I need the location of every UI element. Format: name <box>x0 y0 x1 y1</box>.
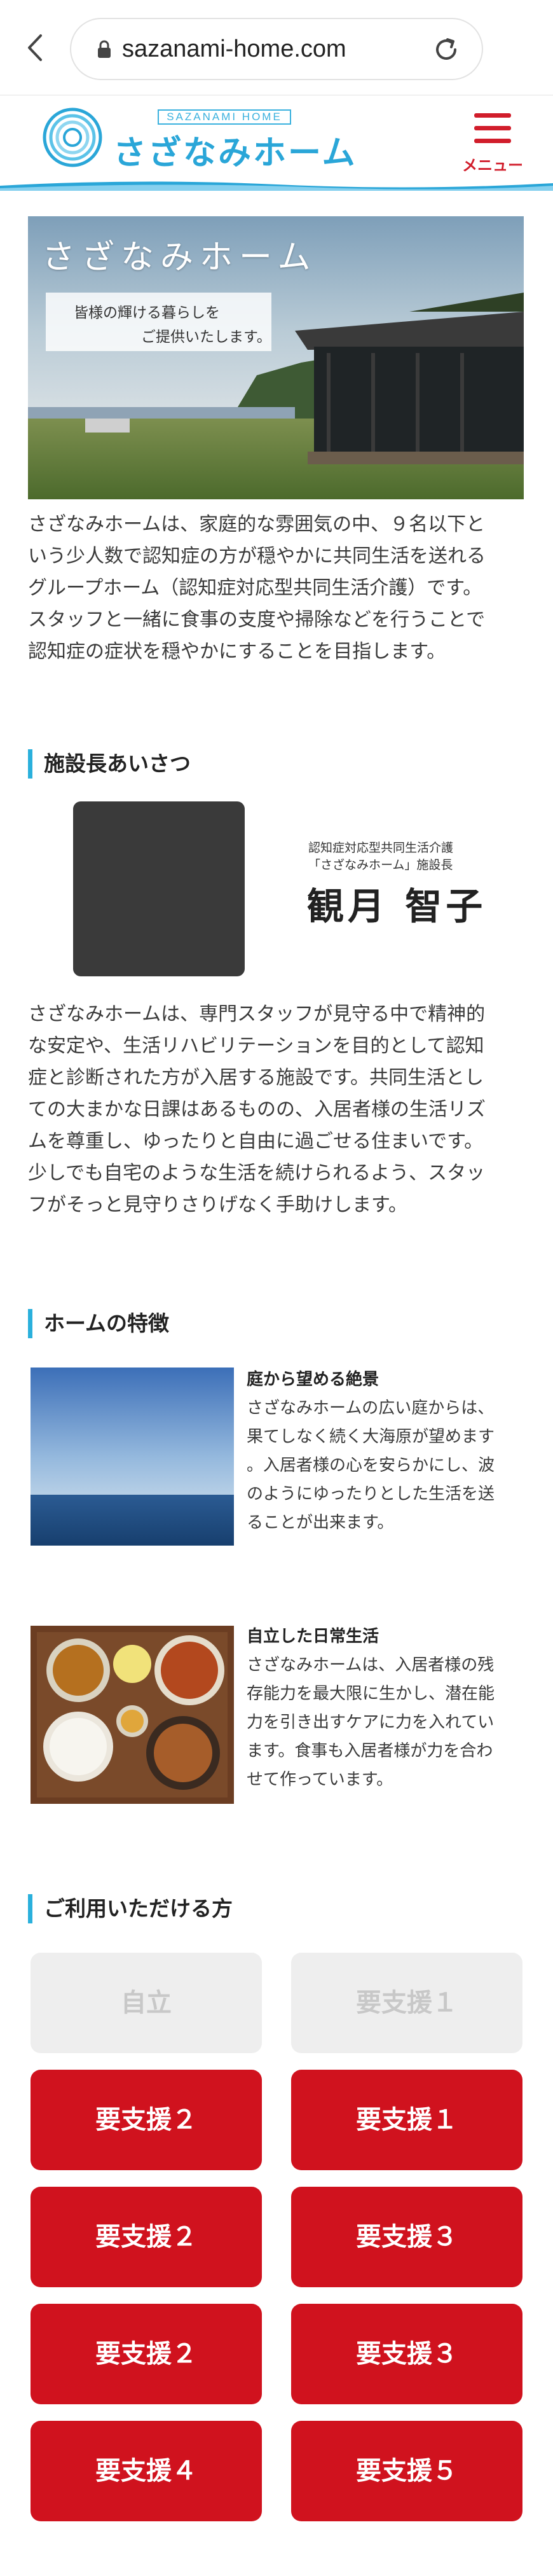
care-level-button[interactable]: 要支援２ <box>31 2187 262 2287</box>
feature-line: 。入居者様の心を安らかにし、波 <box>247 1456 495 1475</box>
intro-line: さざなみホームは、家庭的な雰囲気の中、９名以下と <box>28 513 486 536</box>
care-level-button[interactable]: 要支援１ <box>291 2070 522 2170</box>
eligibility-heading: ご利用いただける方 <box>28 1894 524 1923</box>
logo-english: SAZANAMI HOME <box>158 109 291 125</box>
lock-icon <box>97 40 112 62</box>
hero-tagline-line: 皆様の輝ける暮らしを <box>74 305 220 321</box>
reload-icon[interactable] <box>432 36 460 66</box>
feature-line: ます。食事も入居者様が力を合わ <box>247 1742 493 1761</box>
greeting-line: 症と診断された方が入居する施設です。共同生活とし <box>28 1067 484 1089</box>
intro-line: スタッフと一緒に食事の支度や掃除などを行うことで <box>28 609 486 631</box>
back-icon[interactable] <box>19 25 51 70</box>
hamburger-icon-bar <box>474 139 511 143</box>
hero-tagline-box: 皆様の輝ける暮らしを ご提供いたします。 <box>46 293 271 351</box>
greeting-line: ムを尊重し、ゆったりと自由に過ごせる住まいです。 <box>28 1130 484 1153</box>
feature-title: 庭から望める絶景 <box>247 1370 379 1389</box>
feature-line: 力を引き出すケアに力を入れてい <box>247 1713 495 1732</box>
director-photo-placeholder <box>73 801 245 976</box>
feature-line: せて作っています。 <box>247 1770 393 1789</box>
url-field[interactable]: sazanami-home.com <box>70 18 483 80</box>
greeting-paragraph: さざなみホームは、専門スタッフが見守る中で精神的 な安定や、生活リハビリテーショ… <box>28 999 530 1221</box>
feature-image-meal <box>31 1626 234 1804</box>
director-name: 観月 智子 <box>307 885 487 928</box>
url-text: sazanami-home.com <box>122 36 346 62</box>
hero-tagline-line: ご提供いたします。 <box>141 329 271 345</box>
care-level-button[interactable]: 要支援４ <box>31 2421 262 2521</box>
care-level-button[interactable]: 要支援３ <box>291 2187 522 2287</box>
greeting-line: フがそっと見守りさりげなく手助けします。 <box>28 1194 407 1216</box>
intro-line: いう少人数で認知症の方が穏やかに共同生活を送れる <box>28 545 486 567</box>
hero-banner: さざなみホーム 皆様の輝ける暮らしを ご提供いたします。 <box>28 216 524 499</box>
site-header: SAZANAMI HOME さざなみホーム メニュー <box>0 95 553 191</box>
greeting-line: さざなみホームは、専門スタッフが見守る中で精神的 <box>28 1003 486 1025</box>
hamburger-icon-bar <box>474 126 511 130</box>
care-level-button[interactable]: 要支援３ <box>291 2304 522 2404</box>
greeting-line: ての大まかな日課はあるものの、入居者様の生活リズ <box>28 1098 486 1121</box>
care-level-button[interactable]: 要支援１ <box>291 1953 522 2053</box>
care-level-button[interactable]: 要支援２ <box>31 2304 262 2404</box>
director-role: 認知症対応型共同生活介護 <box>308 841 454 855</box>
feature-description: さざなみホームの広い庭からは、 果てしなく続く大海原が望めます 。入居者様の心を… <box>247 1394 526 1537</box>
intro-paragraph: さざなみホームは、家庭的な雰囲気の中、９名以下と いう少人数で認知症の方が穏やか… <box>28 509 530 668</box>
feature-line: のようにゆったりとした生活を送 <box>247 1485 495 1504</box>
hamburger-icon <box>474 113 511 118</box>
browser-address-bar: sazanami-home.com <box>0 0 553 95</box>
feature-image-ocean <box>31 1368 234 1546</box>
features-heading: ホームの特徴 <box>28 1309 524 1338</box>
feature-title: 自立した日常生活 <box>247 1627 379 1646</box>
hero-title: さざなみホーム <box>42 239 317 277</box>
menu-button[interactable]: メニュー <box>458 113 528 177</box>
greeting-line: 少しでも自宅のような生活を続けられるよう、スタッ <box>28 1162 486 1184</box>
greeting-line: な安定や、生活リハビリテーションを目的として認知 <box>28 1035 484 1057</box>
director-role-facility: 「さざなみホーム」施設長 <box>308 858 453 872</box>
care-level-button[interactable]: 要支援２ <box>31 2070 262 2170</box>
care-level-button[interactable]: 要支援５ <box>291 2421 522 2521</box>
feature-description: さざなみホームは、入居者様の残 存能力を最大限に生かし、潜在能 力を引き出すケア… <box>247 1651 526 1794</box>
feature-line: 果てしなく続く大海原が望めます <box>247 1427 495 1446</box>
header-wave-divider <box>0 181 553 191</box>
menu-label: メニュー <box>462 156 523 174</box>
feature-line: 存能力を最大限に生かし、潜在能 <box>247 1684 495 1703</box>
logo-japanese[interactable]: さざなみホーム <box>113 126 357 174</box>
intro-line: グループホーム（認知症対応型共同生活介護）です。 <box>28 577 482 599</box>
intro-line: 認知症の症状を穏やかにすることを目指します。 <box>28 641 446 663</box>
logo-wave-icon[interactable] <box>42 107 103 168</box>
care-level-button[interactable]: 自立 <box>31 1953 262 2053</box>
feature-line: さざなみホームは、入居者様の残 <box>247 1656 495 1675</box>
greeting-heading: 施設長あいさつ <box>28 749 524 779</box>
feature-line: ることが出来ます。 <box>247 1513 394 1532</box>
feature-line: さざなみホームの広い庭からは、 <box>247 1399 495 1418</box>
